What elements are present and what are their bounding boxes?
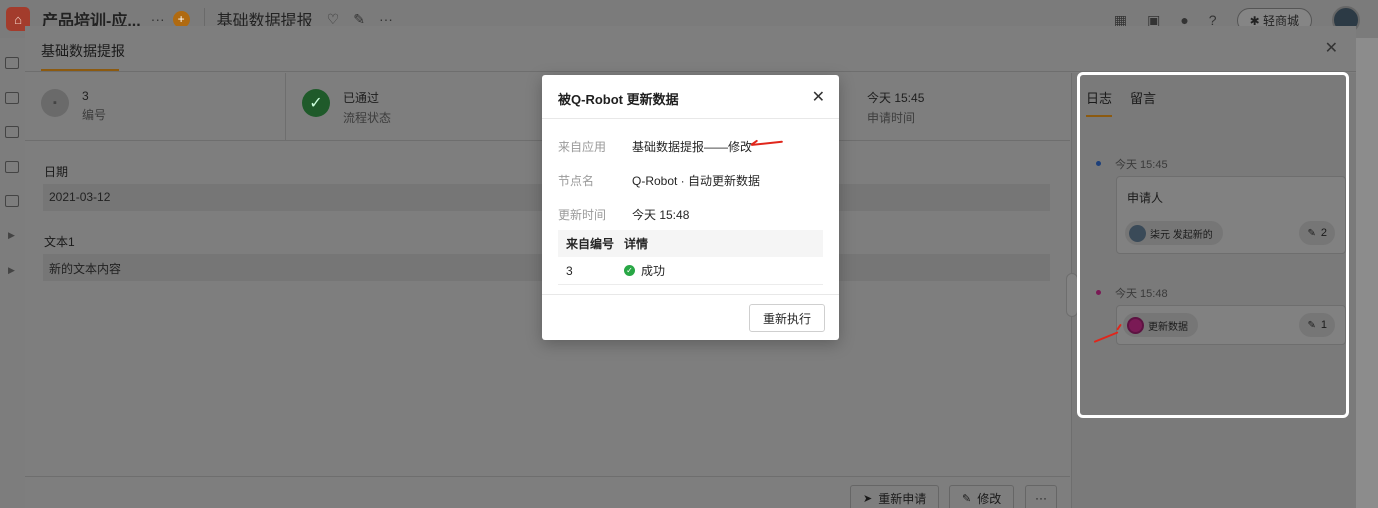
record-modal-title: 基础数据提报	[41, 43, 125, 59]
close-icon[interactable]: ✕	[812, 87, 825, 107]
app-more-icon[interactable]: ···	[151, 11, 165, 27]
summary-label: 申请时间	[867, 111, 916, 125]
annotation-frame	[1077, 72, 1349, 418]
field-label: 文本1	[44, 235, 75, 249]
title-underline	[41, 69, 119, 71]
rerun-button[interactable]: 重新执行	[748, 304, 825, 332]
reapply-label: 重新申请	[878, 491, 927, 506]
left-sidebar: ▶ ▶	[0, 38, 25, 508]
wrench-icon: ✎	[962, 492, 972, 505]
source-app-value[interactable]: 基础数据提报——修改	[632, 138, 752, 155]
summary-label: 流程状态	[343, 111, 392, 125]
list-icon[interactable]	[5, 195, 19, 207]
column-header: 来自编号	[566, 237, 615, 251]
update-detail-dialog: 被Q-Robot 更新数据 ✕ 来自应用 基础数据提报——修改 节点名 Q-Ro…	[542, 75, 839, 340]
more-button[interactable]: ···	[1025, 485, 1057, 508]
summary-id: ▪ 3 编号	[41, 89, 106, 123]
dialog-title: 被Q-Robot 更新数据	[558, 92, 679, 107]
update-time-label: 更新时间	[558, 208, 607, 222]
update-time-value: 今天 15:48	[632, 208, 690, 222]
list-icon[interactable]	[5, 57, 19, 69]
column-header: 详情	[624, 237, 649, 251]
summary-value: 今天 15:45	[867, 91, 925, 105]
tag-icon: ▪	[41, 89, 69, 117]
success-check-icon: ✓	[624, 265, 635, 276]
record-id[interactable]: 3	[558, 264, 624, 278]
add-badge-icon[interactable]: +	[172, 10, 190, 28]
reapply-button[interactable]: ➤ 重新申请	[850, 485, 940, 508]
summary-status: ✓ 已通过 流程状态	[302, 89, 391, 126]
summary-value: 3	[82, 89, 89, 103]
status-text: 成功	[641, 264, 666, 278]
table-row: 3 ✓ 成功	[558, 257, 823, 285]
record-modal-header: 基础数据提报 ✕	[25, 26, 1356, 72]
caret-right-icon[interactable]: ▶	[8, 230, 15, 241]
check-circle-icon: ✓	[302, 89, 330, 117]
node-name-value: Q-Robot · 自动更新数据	[632, 174, 761, 188]
summary-value: 已通过	[343, 91, 380, 105]
table-header: 来自编号 详情	[558, 230, 823, 257]
dialog-divider	[542, 294, 839, 295]
node-name-label: 节点名	[558, 174, 595, 188]
more-icon[interactable]: ···	[379, 11, 393, 27]
result-table: 来自编号 详情 3 ✓ 成功	[558, 230, 823, 285]
grid-icon[interactable]	[5, 161, 19, 173]
divider	[285, 73, 286, 141]
grid-icon[interactable]	[5, 92, 19, 104]
close-icon[interactable]: ✕	[1325, 38, 1338, 58]
dialog-header: 被Q-Robot 更新数据 ✕	[542, 75, 839, 119]
edit-button[interactable]: ✎ 修改	[949, 485, 1015, 508]
caret-right-icon[interactable]: ▶	[8, 265, 15, 276]
send-icon: ➤	[863, 492, 873, 505]
source-app-label: 来自应用	[558, 140, 607, 154]
field-label: 日期	[44, 165, 69, 179]
summary-time: ◔ 今天 15:45 申请时间	[825, 89, 925, 126]
status-cell: ✓ 成功	[624, 262, 823, 279]
edit-label: 修改	[977, 491, 1002, 506]
list-icon[interactable]	[5, 126, 19, 138]
heart-icon[interactable]: ♡	[327, 11, 340, 28]
record-footer: ➤ 重新申请 ✎ 修改 ···	[25, 476, 1070, 508]
summary-label: 编号	[82, 108, 107, 122]
wrench-icon[interactable]: ✎	[353, 11, 365, 28]
